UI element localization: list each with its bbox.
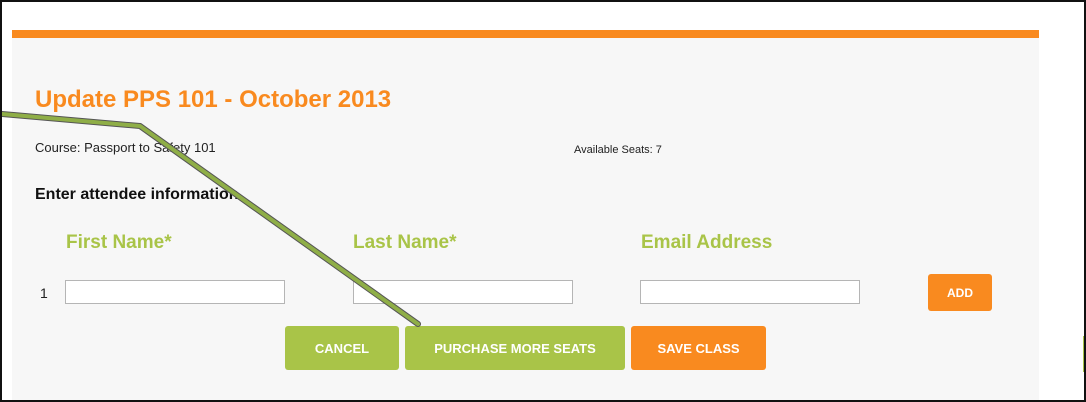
first-name-header: First Name* [66,232,172,253]
first-name-input[interactable] [65,280,285,304]
cancel-button[interactable]: CANCEL [285,326,399,370]
row-number: 1 [40,285,48,301]
course-label: Course: Passport to Safety 101 [35,140,216,155]
available-seats-label: Available Seats: 7 [574,144,662,156]
screenshot-frame: Update PPS 101 - October 2013 Course: Pa… [0,0,1086,402]
last-name-header: Last Name* [353,232,457,253]
page-title: Update PPS 101 - October 2013 [35,86,392,113]
last-name-input[interactable] [353,280,573,304]
add-button[interactable]: ADD [928,274,992,311]
email-input[interactable] [640,280,860,304]
section-heading: Enter attendee information [35,186,239,203]
save-class-button[interactable]: SAVE CLASS [631,326,766,370]
email-header: Email Address [641,232,773,253]
purchase-more-seats-button[interactable]: PURCHASE MORE SEATS [405,326,625,370]
